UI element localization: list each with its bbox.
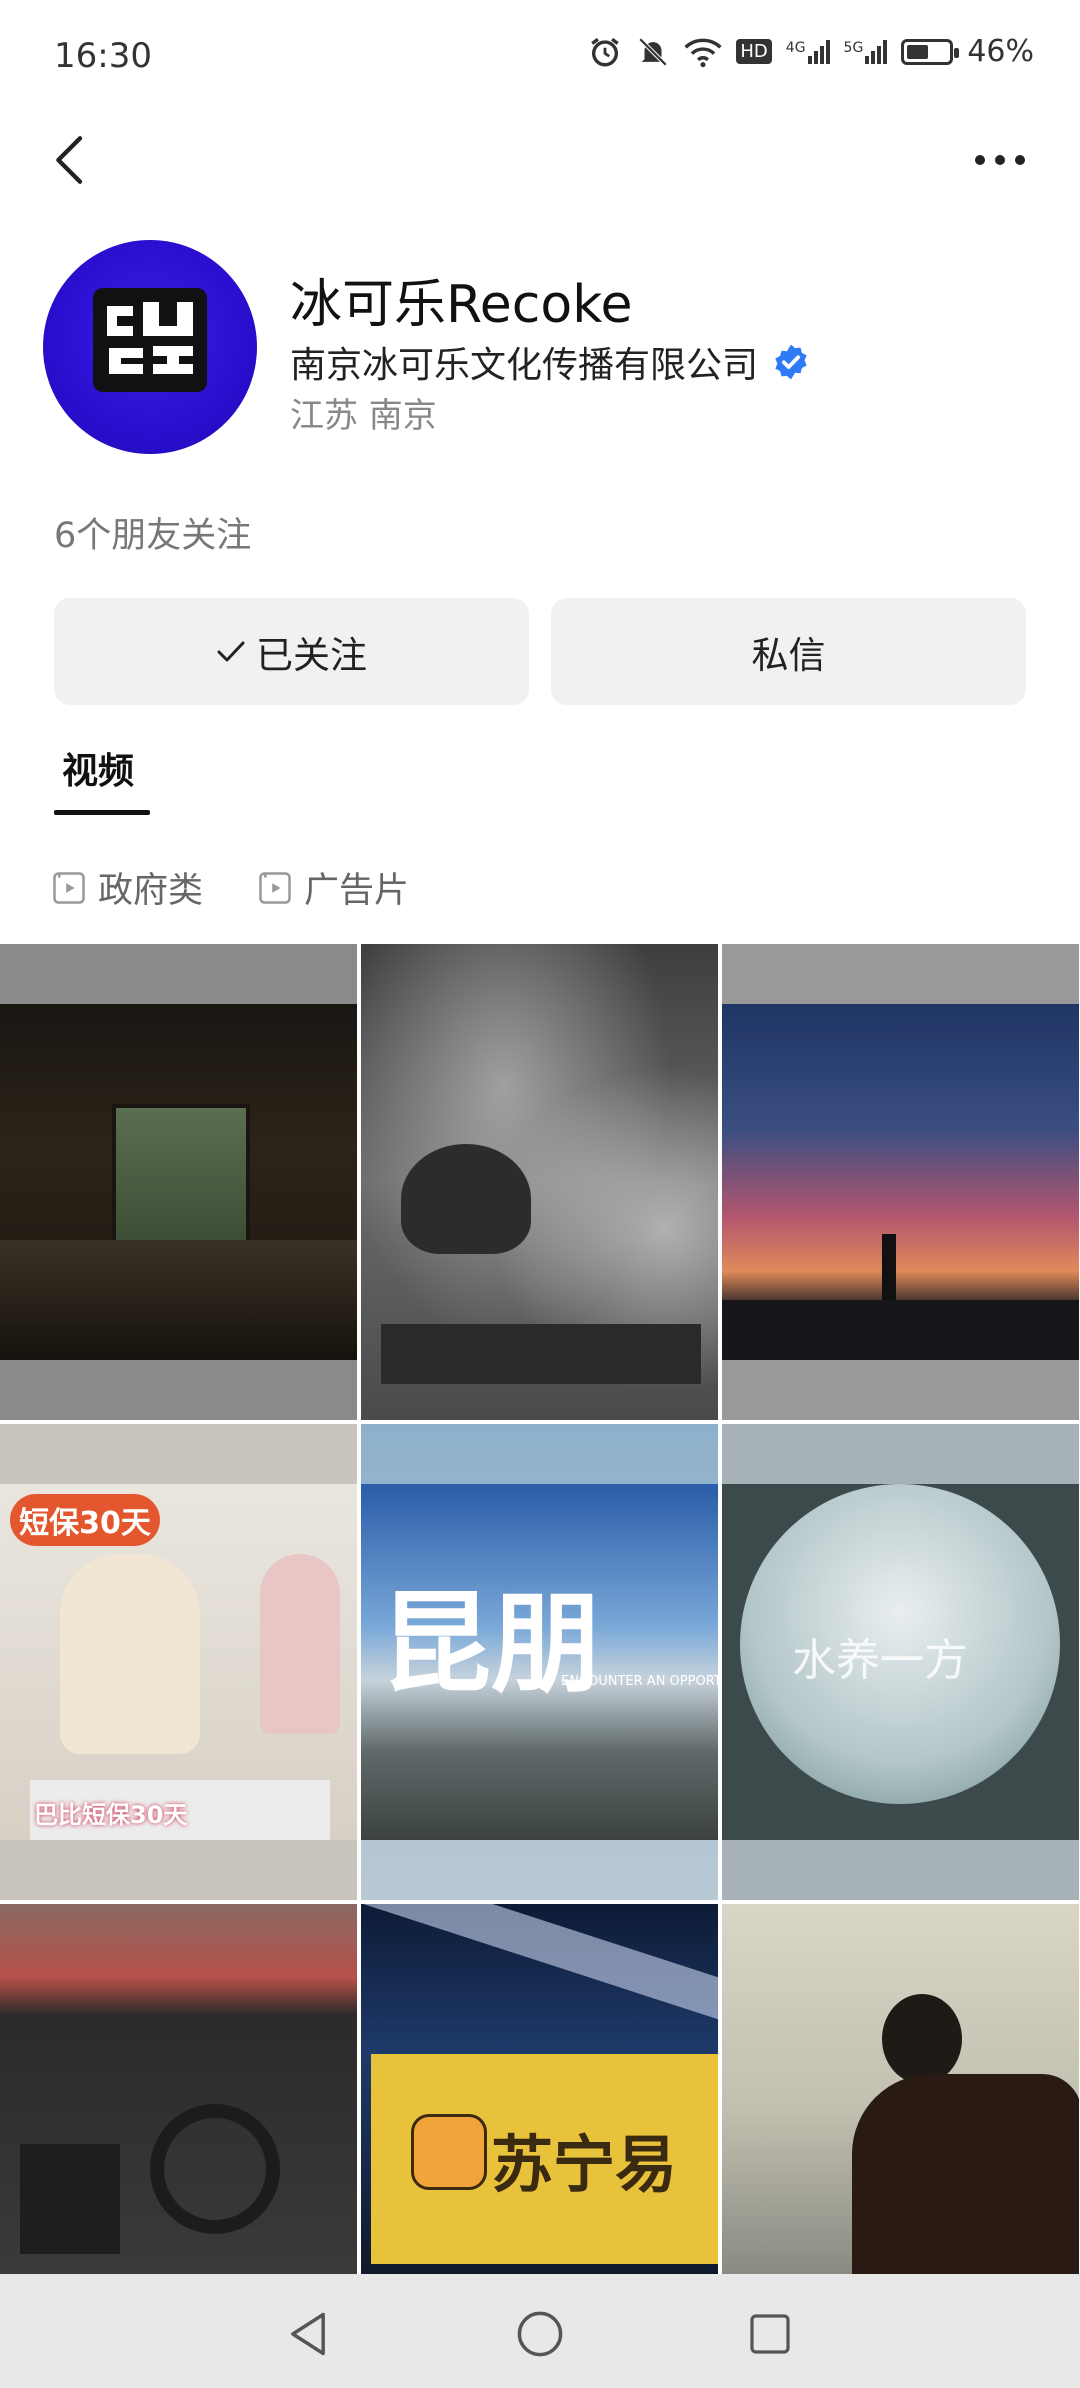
- video-grid: 短保30天 巴比短保30天 昆朋 ENCOUNTER AN OPPORTU 水养…: [0, 944, 1080, 2274]
- video-6-title: 水养一方: [792, 1635, 968, 1686]
- video-5-title: 昆朋: [381, 1579, 601, 1708]
- battery-percent: 46%: [967, 34, 1034, 69]
- status-icons: HD 4G 5G 46%: [588, 34, 1034, 69]
- following-button[interactable]: 已关注: [54, 598, 529, 705]
- signal-4g-icon: 4G: [785, 39, 830, 64]
- playlist-ads[interactable]: 广告片: [258, 862, 409, 913]
- profile-name: 冰可乐Recoke: [290, 275, 633, 335]
- status-bar: 16:30 HD 4G 5G 46%: [0, 0, 1080, 120]
- play-square-icon: [259, 871, 291, 904]
- video-thumbnail-8[interactable]: 苏宁易: [361, 1904, 718, 2274]
- video-5-subtitle: ENCOUNTER AN OPPORTU: [561, 1674, 718, 1689]
- nav-back-button[interactable]: [268, 2294, 348, 2374]
- nav-recents-icon: [750, 2314, 790, 2354]
- check-icon: [217, 641, 245, 661]
- play-square-icon: [53, 871, 85, 904]
- company-row: 南京冰可乐文化传播有限公司: [290, 336, 810, 388]
- system-nav-bar: [0, 2274, 1080, 2388]
- verified-badge-icon: [775, 344, 807, 380]
- brand-logo-mark: [93, 288, 207, 392]
- nav-home-icon: [517, 2311, 563, 2357]
- video-thumbnail-4[interactable]: 短保30天 巴比短保30天: [0, 1424, 357, 1900]
- location: 江苏 南京: [290, 396, 437, 436]
- playlist-government[interactable]: 政府类: [52, 862, 203, 913]
- status-time: 16:30: [54, 36, 152, 76]
- video-thumbnail-6[interactable]: 水养一方: [722, 1424, 1079, 1900]
- more-button[interactable]: [950, 120, 1050, 200]
- nav-back-icon: [291, 2312, 325, 2356]
- video-4-caption: 巴比短保30天: [34, 1801, 188, 1829]
- hd-icon: HD: [736, 39, 772, 64]
- video-thumbnail-1[interactable]: [0, 944, 357, 1420]
- tab-active-indicator: [54, 810, 150, 815]
- message-button[interactable]: 私信: [551, 598, 1026, 705]
- following-label: 已关注: [256, 633, 367, 677]
- back-button[interactable]: [30, 120, 110, 200]
- video-thumbnail-2[interactable]: [361, 944, 718, 1420]
- friends-follow-count[interactable]: 6个朋友关注: [54, 507, 251, 558]
- playlist-label: 广告片: [304, 871, 410, 911]
- tab-videos[interactable]: 视频: [54, 742, 134, 794]
- message-label: 私信: [751, 633, 826, 677]
- video-thumbnail-7[interactable]: [0, 1904, 357, 2274]
- signal-5g-icon: 5G: [843, 39, 888, 64]
- playlist-label: 政府类: [98, 871, 204, 911]
- battery-charging-icon: [901, 38, 960, 65]
- alarm-icon: [591, 37, 620, 66]
- chevron-left-icon: [56, 136, 83, 184]
- avatar[interactable]: [43, 240, 257, 454]
- company-name: 南京冰可乐文化传播有限公司: [290, 345, 759, 386]
- wifi-icon: [684, 38, 722, 67]
- video-thumbnail-3[interactable]: [722, 944, 1079, 1420]
- mute-icon: [639, 37, 668, 66]
- signal-5g-label: 5G: [843, 39, 864, 56]
- video-thumbnail-9[interactable]: [722, 1904, 1079, 2274]
- signal-4g-label: 4G: [785, 39, 806, 56]
- video-8-text: 苏宁易: [491, 2128, 678, 2201]
- nav-home-button[interactable]: [500, 2294, 580, 2374]
- more-dots-icon: [975, 155, 1025, 165]
- nav-recents-button[interactable]: [730, 2294, 810, 2374]
- video-thumbnail-5[interactable]: 昆朋 ENCOUNTER AN OPPORTU: [361, 1424, 718, 1900]
- video-4-badge: 短保30天: [10, 1494, 160, 1546]
